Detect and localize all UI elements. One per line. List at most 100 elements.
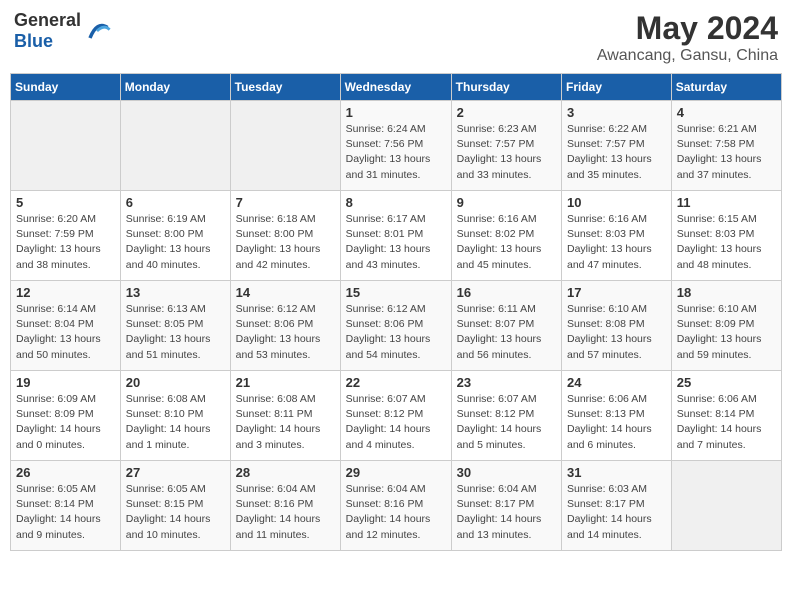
calendar-day-cell: 26Sunrise: 6:05 AMSunset: 8:14 PMDayligh… (11, 461, 121, 551)
day-number: 24 (567, 375, 666, 390)
calendar-week-row: 26Sunrise: 6:05 AMSunset: 8:14 PMDayligh… (11, 461, 782, 551)
calendar-day-cell: 23Sunrise: 6:07 AMSunset: 8:12 PMDayligh… (451, 371, 561, 461)
calendar-day-cell: 6Sunrise: 6:19 AMSunset: 8:00 PMDaylight… (120, 191, 230, 281)
calendar-day-cell: 22 Sunrise: 6:07 AMSunset: 8:12 PMDayligh… (340, 371, 451, 461)
day-info: Sunrise: 6:16 AMSunset: 8:03 PMDaylight:… (567, 212, 666, 273)
day-number: 23 (457, 375, 556, 390)
calendar-day-cell: 13Sunrise: 6:13 AMSunset: 8:05 PMDayligh… (120, 281, 230, 371)
calendar-day-cell: 9 Sunrise: 6:16 AMSunset: 8:02 PMDaylight… (451, 191, 561, 281)
day-info: Sunrise: 6:16 AMSunset: 8:02 PMDaylight:… (457, 212, 556, 273)
calendar-day-cell: 30 Sunrise: 6:04 AMSunset: 8:17 PMDayligh… (451, 461, 561, 551)
day-number: 7 (236, 195, 335, 210)
day-number: 14 (236, 285, 335, 300)
day-number: 15 (346, 285, 446, 300)
day-number: 19 (16, 375, 115, 390)
day-number: 25 (677, 375, 776, 390)
calendar-day-cell: 20 Sunrise: 6:08 AMSunset: 8:10 PMDayligh… (120, 371, 230, 461)
day-info: Sunrise: 6:13 AMSunset: 8:05 PMDaylight:… (126, 302, 225, 363)
day-info: Sunrise: 6:04 AMSunset: 8:16 PMDaylight:… (236, 482, 335, 543)
calendar-day-cell: 19 Sunrise: 6:09 AMSunset: 8:09 PMDayligh… (11, 371, 121, 461)
day-number: 4 (677, 105, 776, 120)
day-info: Sunrise: 6:22 AMSunset: 7:57 PMDaylight:… (567, 122, 666, 183)
day-info: Sunrise: 6:06 AMSunset: 8:14 PMDaylight:… (677, 392, 776, 453)
calendar-day-cell: 8Sunrise: 6:17 AMSunset: 8:01 PMDaylight… (340, 191, 451, 281)
calendar-title: May 2024 (597, 10, 778, 47)
weekday-header: Sunday (11, 74, 121, 101)
calendar-day-cell: 5 Sunrise: 6:20 AMSunset: 7:59 PMDaylight… (11, 191, 121, 281)
day-info: Sunrise: 6:21 AMSunset: 7:58 PMDaylight:… (677, 122, 776, 183)
day-number: 28 (236, 465, 335, 480)
calendar-day-cell: 18 Sunrise: 6:10 AMSunset: 8:09 PMDayligh… (671, 281, 781, 371)
weekday-header: Monday (120, 74, 230, 101)
day-info: Sunrise: 6:18 AMSunset: 8:00 PMDaylight:… (236, 212, 335, 273)
day-info: Sunrise: 6:24 AMSunset: 7:56 PMDaylight:… (346, 122, 446, 183)
day-number: 30 (457, 465, 556, 480)
day-info: Sunrise: 6:15 AMSunset: 8:03 PMDaylight:… (677, 212, 776, 273)
day-number: 26 (16, 465, 115, 480)
day-info: Sunrise: 6:09 AMSunset: 8:09 PMDaylight:… (16, 392, 115, 453)
calendar-day-cell: 29Sunrise: 6:04 AMSunset: 8:16 PMDayligh… (340, 461, 451, 551)
weekday-header: Wednesday (340, 74, 451, 101)
day-info: Sunrise: 6:19 AMSunset: 8:00 PMDaylight:… (126, 212, 225, 273)
day-info: Sunrise: 6:10 AMSunset: 8:08 PMDaylight:… (567, 302, 666, 363)
day-info: Sunrise: 6:17 AMSunset: 8:01 PMDaylight:… (346, 212, 446, 273)
day-number: 9 (457, 195, 556, 210)
day-info: Sunrise: 6:07 AMSunset: 8:12 PMDaylight:… (346, 392, 446, 453)
day-info: Sunrise: 6:03 AMSunset: 8:17 PMDaylight:… (567, 482, 666, 543)
day-info: Sunrise: 6:11 AMSunset: 8:07 PMDaylight:… (457, 302, 556, 363)
calendar-table: SundayMondayTuesdayWednesdayThursdayFrid… (10, 73, 782, 551)
day-info: Sunrise: 6:08 AMSunset: 8:10 PMDaylight:… (126, 392, 225, 453)
day-info: Sunrise: 6:23 AMSunset: 7:57 PMDaylight:… (457, 122, 556, 183)
day-info: Sunrise: 6:04 AMSunset: 8:17 PMDaylight:… (457, 482, 556, 543)
day-number: 12 (16, 285, 115, 300)
calendar-day-cell: 24Sunrise: 6:06 AMSunset: 8:13 PMDayligh… (562, 371, 672, 461)
day-number: 1 (346, 105, 446, 120)
day-info: Sunrise: 6:10 AMSunset: 8:09 PMDaylight:… (677, 302, 776, 363)
weekday-header: Thursday (451, 74, 561, 101)
day-number: 11 (677, 195, 776, 210)
day-number: 29 (346, 465, 446, 480)
day-info: Sunrise: 6:20 AMSunset: 7:59 PMDaylight:… (16, 212, 115, 273)
logo-text-general: General (14, 10, 81, 30)
day-info: Sunrise: 6:14 AMSunset: 8:04 PMDaylight:… (16, 302, 115, 363)
day-number: 22 (346, 375, 446, 390)
calendar-day-cell: 17 Sunrise: 6:10 AMSunset: 8:08 PMDayligh… (562, 281, 672, 371)
calendar-day-cell: 11 Sunrise: 6:15 AMSunset: 8:03 PMDayligh… (671, 191, 781, 281)
calendar-day-cell (11, 101, 121, 191)
calendar-day-cell (120, 101, 230, 191)
calendar-day-cell: 31 Sunrise: 6:03 AMSunset: 8:17 PMDayligh… (562, 461, 672, 551)
calendar-day-cell: 28 Sunrise: 6:04 AMSunset: 8:16 PMDayligh… (230, 461, 340, 551)
calendar-day-cell (230, 101, 340, 191)
day-number: 10 (567, 195, 666, 210)
calendar-week-row: 19 Sunrise: 6:09 AMSunset: 8:09 PMDayligh… (11, 371, 782, 461)
day-number: 18 (677, 285, 776, 300)
day-number: 2 (457, 105, 556, 120)
calendar-day-cell: 21 Sunrise: 6:08 AMSunset: 8:11 PMDayligh… (230, 371, 340, 461)
day-info: Sunrise: 6:12 AMSunset: 8:06 PMDaylight:… (346, 302, 446, 363)
day-number: 27 (126, 465, 225, 480)
calendar-day-cell: 16 Sunrise: 6:11 AMSunset: 8:07 PMDayligh… (451, 281, 561, 371)
calendar-day-cell: 25 Sunrise: 6:06 AMSunset: 8:14 PMDayligh… (671, 371, 781, 461)
day-info: Sunrise: 6:08 AMSunset: 8:11 PMDaylight:… (236, 392, 335, 453)
weekday-header: Friday (562, 74, 672, 101)
day-number: 17 (567, 285, 666, 300)
day-number: 31 (567, 465, 666, 480)
calendar-day-cell: 7 Sunrise: 6:18 AMSunset: 8:00 PMDaylight… (230, 191, 340, 281)
calendar-day-cell: 10 Sunrise: 6:16 AMSunset: 8:03 PMDayligh… (562, 191, 672, 281)
logo: General Blue (14, 10, 111, 52)
weekday-header: Saturday (671, 74, 781, 101)
calendar-day-cell: 12 Sunrise: 6:14 AMSunset: 8:04 PMDayligh… (11, 281, 121, 371)
calendar-week-row: 1 Sunrise: 6:24 AMSunset: 7:56 PMDaylight… (11, 101, 782, 191)
day-number: 3 (567, 105, 666, 120)
calendar-header-row: SundayMondayTuesdayWednesdayThursdayFrid… (11, 74, 782, 101)
day-info: Sunrise: 6:05 AMSunset: 8:15 PMDaylight:… (126, 482, 225, 543)
calendar-week-row: 12 Sunrise: 6:14 AMSunset: 8:04 PMDayligh… (11, 281, 782, 371)
calendar-week-row: 5 Sunrise: 6:20 AMSunset: 7:59 PMDaylight… (11, 191, 782, 281)
day-number: 16 (457, 285, 556, 300)
calendar-day-cell (671, 461, 781, 551)
day-number: 5 (16, 195, 115, 210)
logo-text-blue: Blue (14, 31, 53, 51)
day-number: 20 (126, 375, 225, 390)
calendar-day-cell: 3 Sunrise: 6:22 AMSunset: 7:57 PMDaylight… (562, 101, 672, 191)
day-number: 21 (236, 375, 335, 390)
